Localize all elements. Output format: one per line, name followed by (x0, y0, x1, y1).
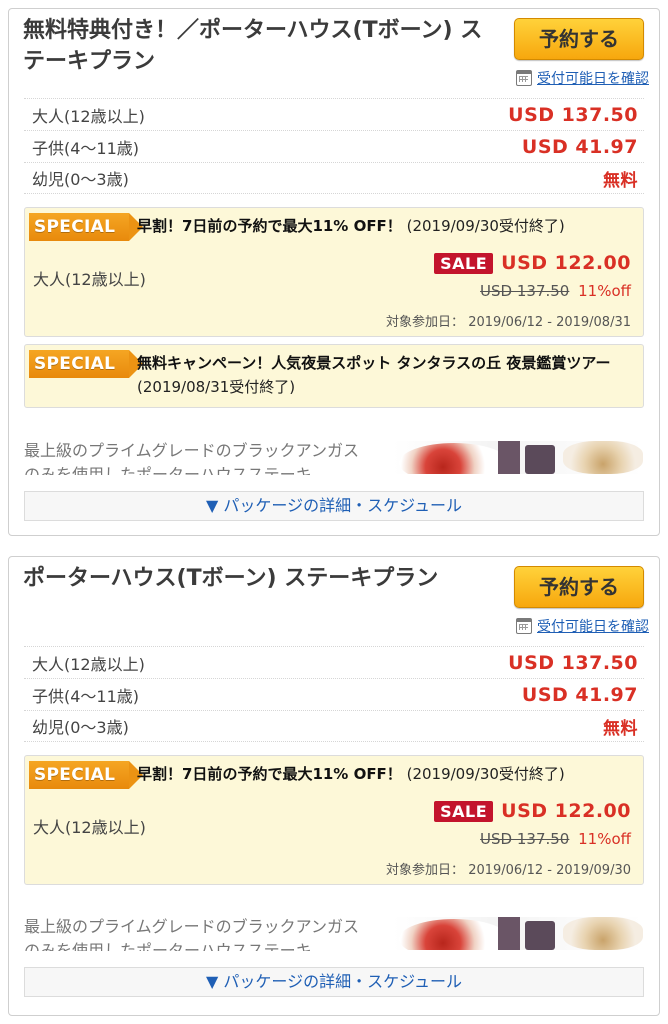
book-button[interactable]: 予約する (514, 18, 644, 60)
plan-card-2: ポーターハウス(Tボーン) ステーキプラン 予約する 受付可能日を確認 大人(1… (8, 556, 660, 1016)
plan-title: ポーターハウス(Tボーン) ステーキプラン (23, 566, 439, 591)
price-row-infant: 幼児(0〜3歳) 無料 (24, 162, 644, 194)
price-label: 子供(4〜11歳) (32, 686, 140, 706)
price-row-adult: 大人(12歳以上) USD 137.50 (24, 646, 644, 678)
original-price-line: USD 137.50 11%off (480, 830, 631, 848)
early-bird-promo: SPECIAL 早割！7日前の予約で最大11% OFF！ (2019/09/30… (24, 207, 644, 337)
original-price: USD 137.50 (480, 830, 570, 848)
package-details-link[interactable]: ▼ パッケージの詳細・スケジュール (24, 967, 644, 997)
special-badge: SPECIAL (29, 350, 143, 378)
plan-card-1: 無料特典付き！／ポーターハウス(Tボーン) ステーキプラン 予約する 受付可能日… (8, 8, 660, 536)
date-range: 2019/06/12 - 2019/09/30 (468, 863, 631, 878)
plan-description: 最上級のプライムグレードのブラックアンガスのみを使用したポーターハウスステーキ (24, 917, 360, 951)
special-badge: SPECIAL (29, 213, 143, 241)
promo-headline: 無料キャンペーン！人気夜景スポット タンタラスの丘 夜景鑑賞ツアー (2019/… (137, 351, 635, 399)
promo-title: 無料キャンペーン！人気夜景スポット タンタラスの丘 夜景鑑賞ツアー (137, 354, 611, 372)
calendar-icon (516, 618, 532, 634)
promo-adult-label: 大人(12歳以上) (33, 818, 146, 837)
promo-deadline: (2019/09/30受付終了) (406, 217, 565, 235)
price-table: 大人(12歳以上) USD 137.50 子供(4〜11歳) USD 41.97… (24, 646, 644, 742)
calendar-icon (516, 70, 532, 86)
steak-photo (393, 441, 643, 474)
price-label: 大人(12歳以上) (32, 106, 145, 126)
sale-price-line: SALE USD 122.00 (434, 252, 631, 274)
early-bird-promo: SPECIAL 早割！7日前の予約で最大11% OFF！ (2019/09/30… (24, 755, 644, 885)
price-label: 幼児(0〜3歳) (32, 718, 129, 737)
discount-percent: 11%off (578, 282, 631, 300)
price-row-child: 子供(4〜11歳) USD 41.97 (24, 130, 644, 162)
sale-badge: SALE (434, 252, 494, 274)
free-campaign-promo: SPECIAL 無料キャンペーン！人気夜景スポット タンタラスの丘 夜景鑑賞ツア… (24, 344, 644, 408)
promo-headline: 早割！7日前の予約で最大11% OFF！ (2019/09/30受付終了) (137, 762, 635, 786)
availability-link[interactable]: 受付可能日を確認 (516, 67, 649, 89)
original-price-line: USD 137.50 11%off (480, 282, 631, 300)
price-value: 無料 (603, 718, 638, 739)
date-prefix: 対象参加日： (386, 863, 465, 878)
price-row-adult: 大人(12歳以上) USD 137.50 (24, 98, 644, 130)
promo-deadline: (2019/08/31受付終了) (137, 378, 296, 396)
book-button[interactable]: 予約する (514, 566, 644, 608)
promo-headline: 早割！7日前の予約で最大11% OFF！ (2019/09/30受付終了) (137, 214, 635, 238)
price-row-infant: 幼児(0〜3歳) 無料 (24, 710, 644, 742)
original-price: USD 137.50 (480, 282, 570, 300)
promo-adult-label: 大人(12歳以上) (33, 270, 146, 289)
availability-link-label: 受付可能日を確認 (537, 619, 649, 635)
date-prefix: 対象参加日： (386, 315, 465, 330)
steak-photo (393, 917, 643, 950)
eligible-dates: 対象参加日： 2019/06/12 - 2019/09/30 (386, 859, 631, 878)
date-range: 2019/06/12 - 2019/08/31 (468, 315, 631, 330)
price-label: 子供(4〜11歳) (32, 138, 140, 158)
promo-title: 早割！7日前の予約で最大11% OFF！ (137, 765, 402, 783)
package-details-link[interactable]: ▼ パッケージの詳細・スケジュール (24, 491, 644, 521)
promo-title: 早割！7日前の予約で最大11% OFF！ (137, 217, 402, 235)
availability-link[interactable]: 受付可能日を確認 (516, 615, 649, 637)
sale-price: USD 122.00 (501, 800, 631, 822)
price-value: USD 41.97 (521, 135, 638, 158)
sale-price: USD 122.00 (501, 252, 631, 274)
promo-deadline: (2019/09/30受付終了) (406, 765, 565, 783)
price-value: USD 137.50 (508, 103, 638, 126)
price-label: 大人(12歳以上) (32, 654, 145, 674)
discount-percent: 11%off (578, 830, 631, 848)
eligible-dates: 対象参加日： 2019/06/12 - 2019/08/31 (386, 311, 631, 330)
plan-title: 無料特典付き！／ポーターハウス(Tボーン) ステーキプラン (23, 18, 483, 74)
plan-description: 最上級のプライムグレードのブラックアンガスのみを使用したポーターハウスステーキ (24, 441, 360, 475)
price-label: 幼児(0〜3歳) (32, 170, 129, 189)
price-value: USD 137.50 (508, 651, 638, 674)
price-row-child: 子供(4〜11歳) USD 41.97 (24, 678, 644, 710)
price-table: 大人(12歳以上) USD 137.50 子供(4〜11歳) USD 41.97… (24, 98, 644, 194)
sale-price-line: SALE USD 122.00 (434, 800, 631, 822)
price-value: USD 41.97 (521, 683, 638, 706)
sale-badge: SALE (434, 800, 494, 822)
price-value: 無料 (603, 170, 638, 191)
special-badge: SPECIAL (29, 761, 143, 789)
availability-link-label: 受付可能日を確認 (537, 71, 649, 87)
